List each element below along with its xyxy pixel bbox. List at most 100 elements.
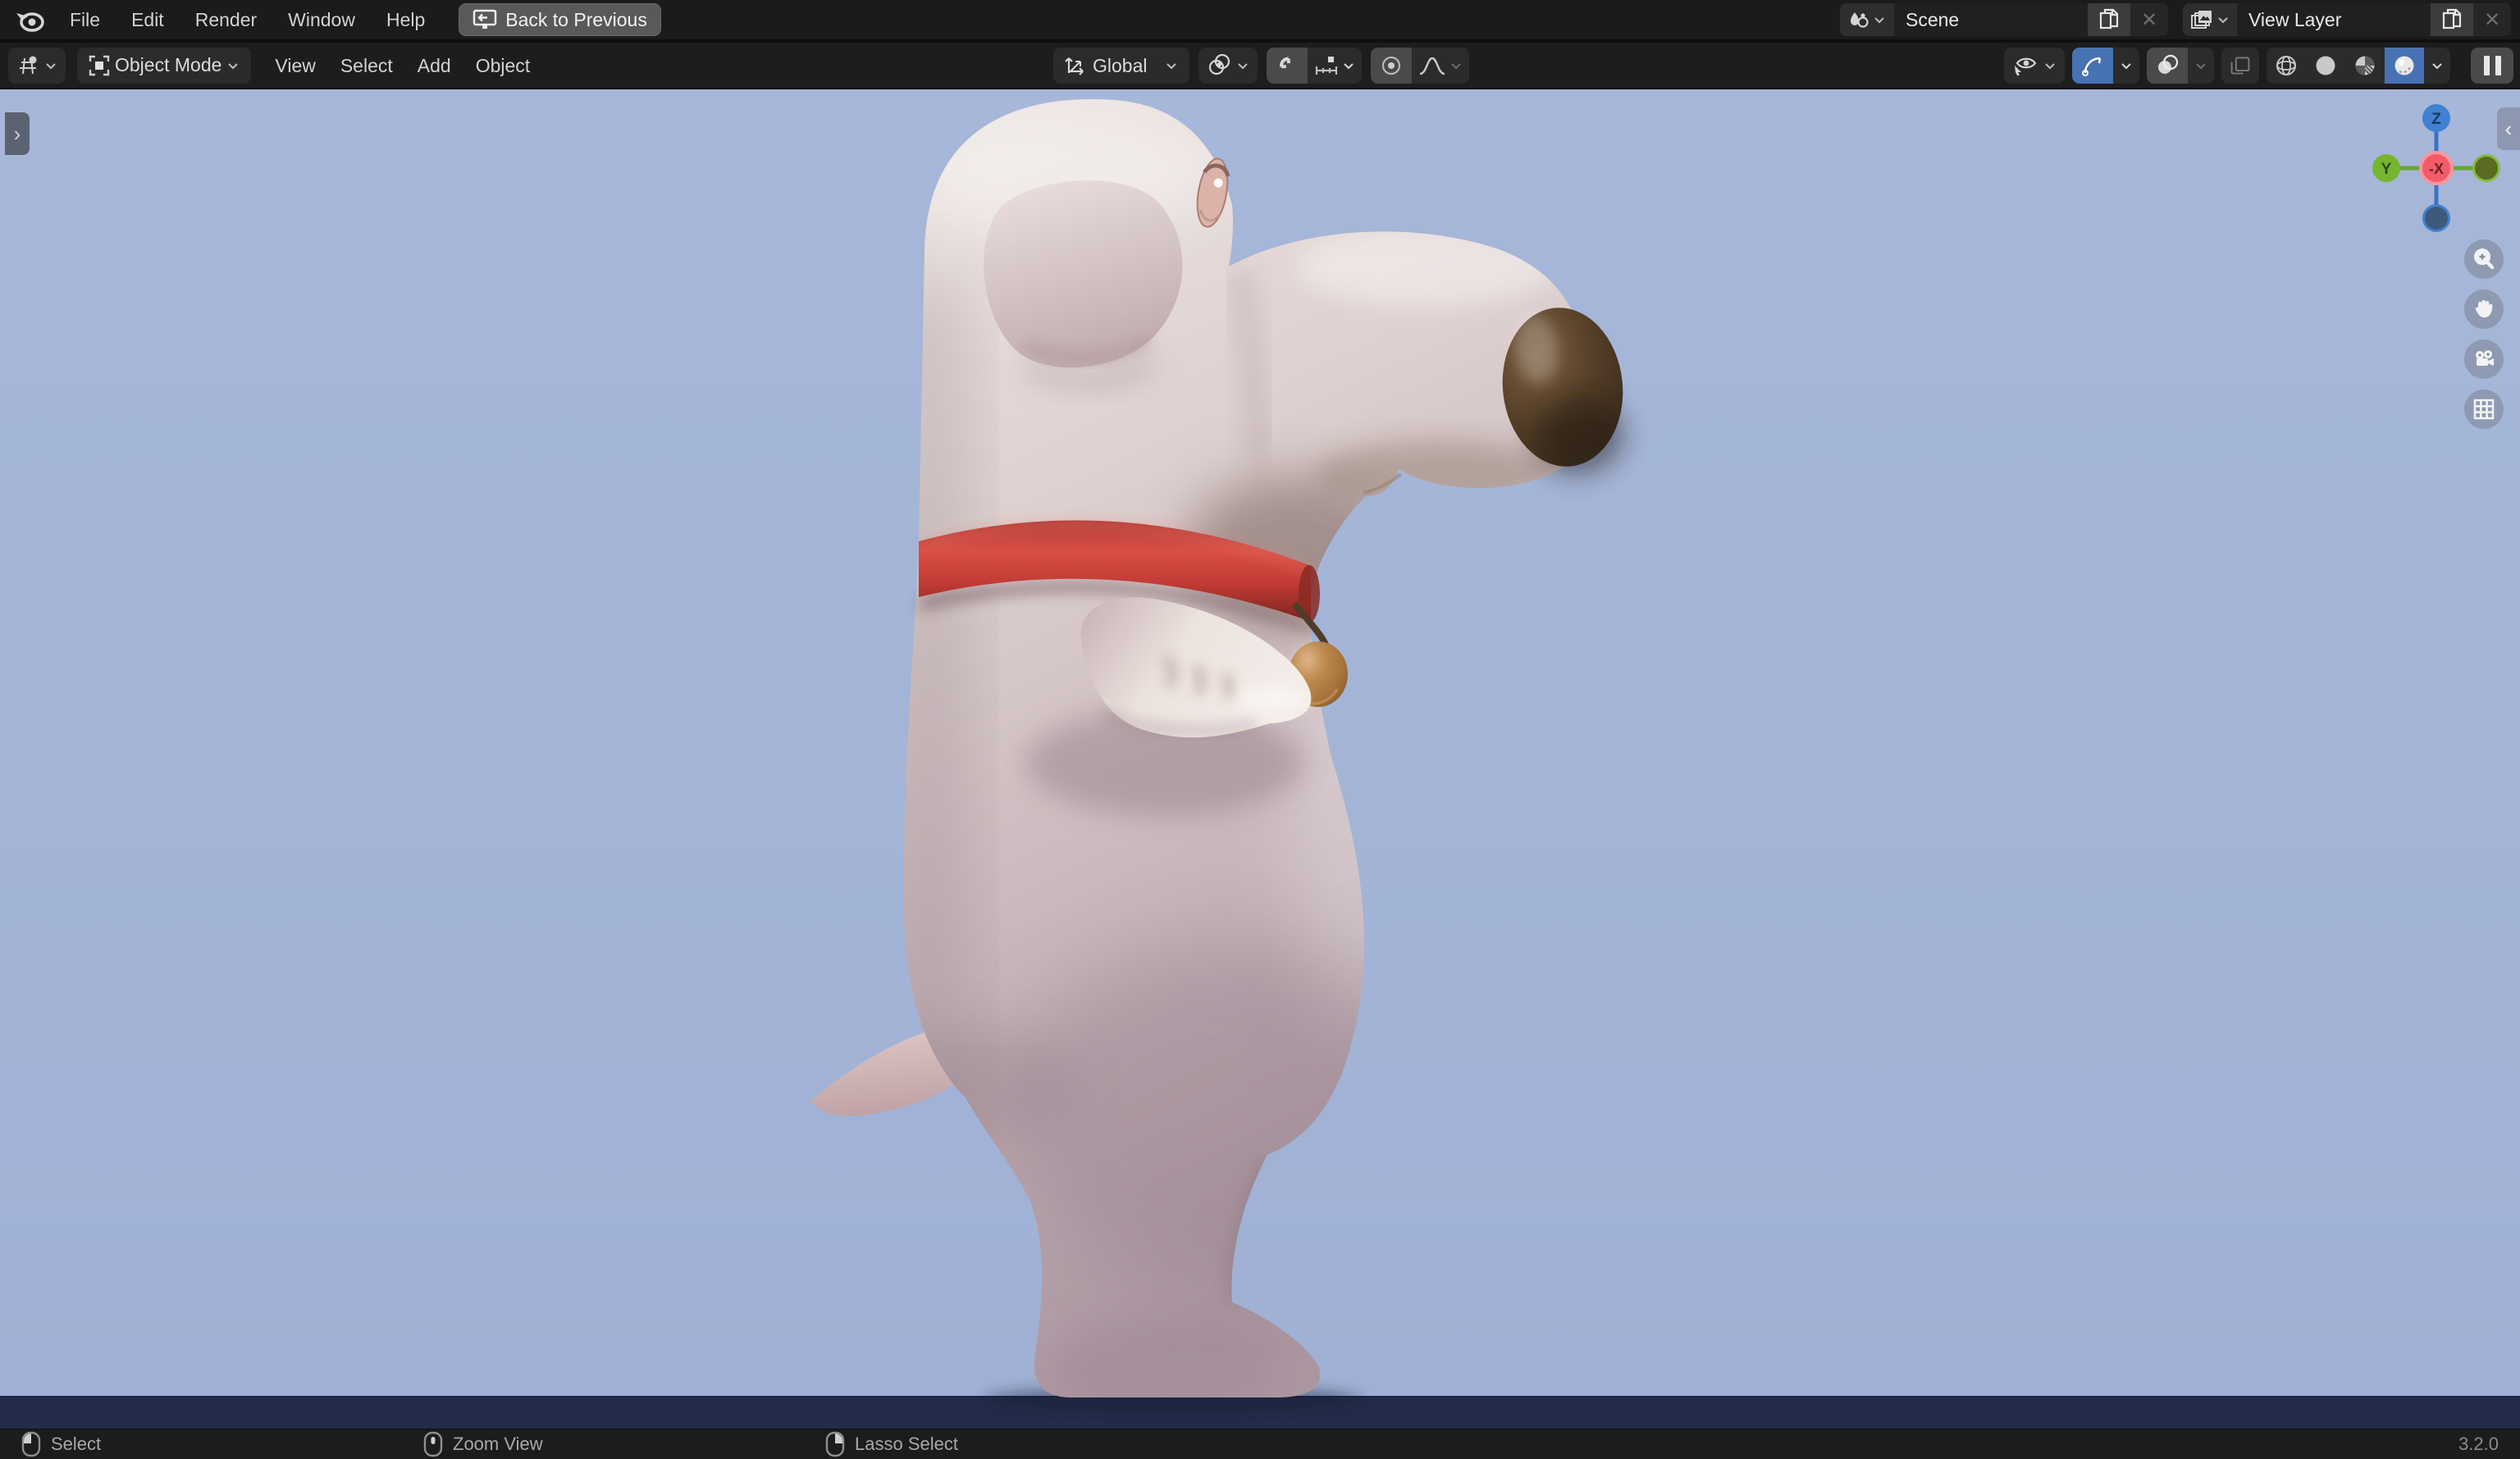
svg-text:Z: Z bbox=[2431, 111, 2441, 128]
hint-select: Select bbox=[21, 1429, 101, 1459]
menu-select[interactable]: Select bbox=[328, 43, 405, 88]
pause-button[interactable] bbox=[2471, 48, 2513, 84]
editor-type-dropdown[interactable] bbox=[8, 47, 66, 84]
gizmos-dropdown[interactable] bbox=[2113, 48, 2139, 84]
solid-sphere-icon bbox=[2316, 56, 2335, 75]
object-mode-icon bbox=[89, 55, 110, 75]
proportional-falloff-dropdown[interactable] bbox=[1412, 48, 1470, 84]
shading-wireframe-button[interactable] bbox=[2267, 48, 2306, 84]
xray-toggle[interactable] bbox=[2221, 48, 2259, 84]
view-layer-name-field[interactable]: View Layer bbox=[2237, 3, 2431, 36]
proportional-editing-toggle[interactable] bbox=[1371, 48, 1413, 84]
perspective-toggle-button[interactable] bbox=[2464, 390, 2504, 429]
blender-window: File Edit Render Window Help Back to Pre… bbox=[0, 0, 2520, 1459]
eye-cursor-icon bbox=[2015, 57, 2037, 75]
viewport-header: Object Mode View Select Add Object Globa… bbox=[0, 43, 2520, 89]
3d-model-dog[interactable] bbox=[779, 89, 1682, 1427]
shading-rendered-button[interactable] bbox=[2385, 48, 2424, 84]
duplicate-icon bbox=[2099, 8, 2119, 30]
pivot-point-dropdown[interactable] bbox=[1198, 48, 1258, 84]
snapping-group bbox=[1267, 48, 1363, 84]
shading-solid-button[interactable] bbox=[2306, 48, 2345, 84]
view-layer-new-button[interactable] bbox=[2431, 3, 2473, 36]
menu-view[interactable]: View bbox=[262, 43, 327, 88]
gizmo-axis-z-positive[interactable]: Z bbox=[2422, 104, 2450, 132]
falloff-curve-icon bbox=[1420, 57, 1445, 75]
menu-window[interactable]: Window bbox=[272, 0, 371, 39]
chevron-down-icon bbox=[2432, 63, 2442, 70]
camera-icon bbox=[2476, 350, 2494, 366]
mouse-right-icon bbox=[825, 1431, 845, 1457]
back-to-previous-button[interactable]: Back to Previous bbox=[459, 3, 661, 36]
viewport-menus: View Select Add Object bbox=[262, 43, 542, 88]
gizmo-axis-y-negative[interactable] bbox=[2472, 154, 2500, 182]
hint-lasso-select-label: Lasso Select bbox=[855, 1434, 958, 1454]
hand-icon bbox=[2475, 299, 2493, 318]
viewport-editor-icon bbox=[20, 56, 37, 74]
mouse-middle-icon bbox=[423, 1431, 443, 1457]
gizmo-axis-x-negative[interactable]: -X bbox=[2419, 151, 2454, 185]
zoom-button[interactable] bbox=[2464, 239, 2504, 279]
grid-icon bbox=[2473, 399, 2495, 420]
transform-orientation-dropdown[interactable]: Global bbox=[1053, 48, 1190, 84]
overlays-dropdown[interactable] bbox=[2188, 48, 2214, 84]
show-gizmos-toggle[interactable] bbox=[2072, 48, 2113, 84]
shading-material-button[interactable] bbox=[2345, 48, 2385, 84]
overlays-group bbox=[2147, 48, 2214, 84]
view-layer-selector: View Layer ✕ bbox=[2182, 2, 2512, 37]
chevron-down-icon bbox=[1344, 63, 1354, 70]
mode-dropdown[interactable]: Object Mode bbox=[77, 47, 252, 84]
hint-zoom-view-label: Zoom View bbox=[453, 1434, 543, 1454]
scene-name-field[interactable]: Scene bbox=[1894, 3, 2088, 36]
chevron-down-icon bbox=[46, 62, 56, 69]
gizmo-axis-z-negative[interactable] bbox=[2422, 204, 2450, 232]
show-overlays-toggle[interactable] bbox=[2147, 48, 2188, 84]
menu-add[interactable]: Add bbox=[405, 43, 463, 88]
camera-view-button[interactable] bbox=[2464, 340, 2504, 379]
scene-unlink-button[interactable]: ✕ bbox=[2130, 3, 2168, 36]
menu-file[interactable]: File bbox=[54, 0, 116, 39]
topbar: File Edit Render Window Help Back to Pre… bbox=[0, 0, 2520, 41]
snap-toggle[interactable] bbox=[1267, 48, 1308, 84]
overlays-icon bbox=[2158, 54, 2179, 74]
gizmo-axis-y-positive[interactable]: Y bbox=[2372, 154, 2400, 182]
shading-dropdown[interactable] bbox=[2424, 48, 2450, 84]
scene-new-button[interactable] bbox=[2088, 3, 2130, 36]
svg-text:Y: Y bbox=[2381, 161, 2392, 178]
wireframe-sphere-icon bbox=[2276, 56, 2296, 75]
svg-text:-X: -X bbox=[2429, 161, 2444, 177]
snap-settings-dropdown[interactable] bbox=[1308, 48, 1363, 84]
scene-selector: Scene ✕ bbox=[1839, 2, 2169, 37]
toolbar-expand-tab[interactable]: › bbox=[5, 112, 30, 155]
snap-increment-icon bbox=[1316, 57, 1338, 75]
scene-browse-button[interactable] bbox=[1840, 3, 1894, 36]
scene-icon bbox=[1851, 12, 1869, 28]
view-layer-icon bbox=[2191, 11, 2212, 29]
object-visibility-dropdown[interactable] bbox=[2004, 48, 2065, 84]
viewport-3d[interactable]: › ‹ Z Y -X bbox=[0, 89, 2520, 1429]
view-layer-browse-button[interactable] bbox=[2183, 3, 2237, 36]
duplicate-icon bbox=[2442, 8, 2462, 30]
menu-edit[interactable]: Edit bbox=[116, 0, 180, 39]
back-to-previous-label: Back to Previous bbox=[505, 8, 647, 30]
navigation-gizmo[interactable]: Z Y -X bbox=[2367, 98, 2506, 238]
menu-render[interactable]: Render bbox=[180, 0, 272, 39]
menu-object[interactable]: Object bbox=[463, 43, 542, 88]
chevron-down-icon bbox=[2218, 17, 2228, 24]
pivot-icon bbox=[1209, 54, 1230, 75]
status-bar: Select Zoom View Lasso Select 3.2.0 bbox=[0, 1429, 2520, 1459]
mouse-left-icon bbox=[21, 1431, 41, 1457]
proportional-edit-group bbox=[1371, 48, 1470, 84]
chevron-down-icon bbox=[228, 62, 239, 69]
gizmo-arc-icon bbox=[2082, 57, 2102, 76]
viewport-nav-buttons bbox=[2464, 239, 2504, 429]
pan-button[interactable] bbox=[2464, 290, 2504, 329]
hint-zoom-view: Zoom View bbox=[423, 1429, 543, 1459]
menu-help[interactable]: Help bbox=[371, 0, 441, 39]
blender-logo-icon[interactable] bbox=[13, 6, 46, 34]
chevron-down-icon bbox=[2121, 63, 2131, 70]
orientation-axes-icon bbox=[1065, 57, 1084, 75]
monitor-back-icon bbox=[473, 9, 497, 29]
view-layer-remove-button[interactable]: ✕ bbox=[2473, 3, 2511, 36]
proportional-circle-icon bbox=[1382, 56, 1401, 75]
